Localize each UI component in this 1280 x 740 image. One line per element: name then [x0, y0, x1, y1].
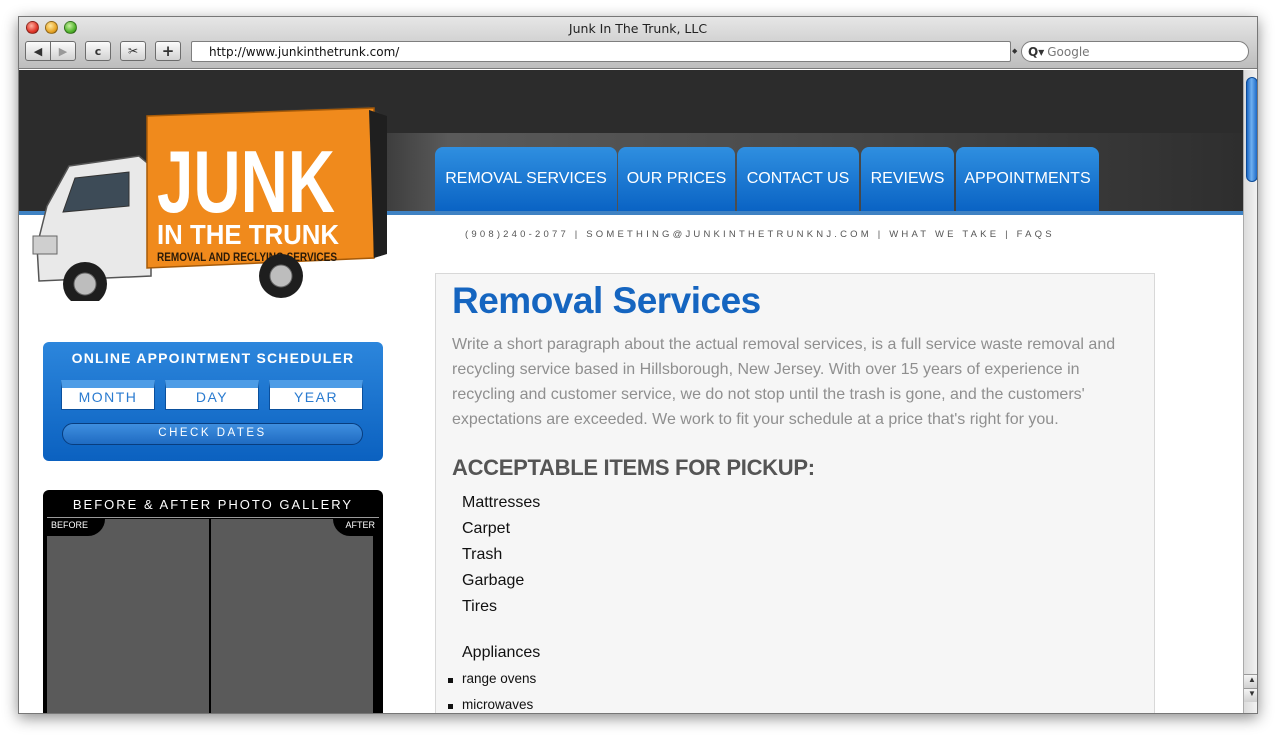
page-title: Removal Services	[452, 280, 761, 321]
nav-contact-us[interactable]: CONTACT US	[737, 147, 859, 211]
forward-arrow-icon: ▶	[58, 44, 68, 58]
reload-button[interactable]: c	[85, 41, 111, 61]
scroll-up-arrow-icon[interactable]: ▲	[1244, 674, 1257, 688]
window-title: Junk In The Trunk, LLC	[568, 21, 708, 36]
bullet-icon	[448, 678, 453, 683]
list-item: range ovens	[462, 671, 537, 686]
photo-gallery: BEFORE & AFTER PHOTO GALLERY BEFORE AFTE…	[43, 490, 383, 713]
back-button[interactable]: ◀	[25, 41, 51, 61]
before-label: BEFORE	[47, 519, 105, 536]
list-item: Mattresses	[462, 494, 541, 511]
nav-removal-services[interactable]: REMOVAL SERVICES	[435, 147, 617, 211]
check-dates-button[interactable]: CHECK DATES	[62, 423, 363, 445]
list-item: microwaves	[462, 697, 534, 712]
nav-appointments[interactable]: APPOINTMENTS	[956, 147, 1099, 211]
url-field[interactable]: http://www.junkinthetrunk.com/	[191, 41, 1011, 62]
page-viewport: REMOVAL SERVICES OUR PRICES CONTACT US R…	[19, 70, 1243, 713]
search-field[interactable]: Q▾ Google	[1021, 41, 1249, 62]
after-photo[interactable]	[211, 519, 373, 713]
list-item: Trash	[462, 546, 503, 563]
forward-button[interactable]: ▶	[50, 41, 76, 61]
search-placeholder: Google	[1047, 45, 1090, 59]
gallery-divider	[47, 517, 379, 518]
scrollbar-thumb[interactable]	[1246, 77, 1257, 182]
main-content: Removal Services Write a short paragraph…	[435, 273, 1155, 713]
gallery-title: BEFORE & AFTER PHOTO GALLERY	[72, 497, 354, 512]
intro-paragraph: Write a short paragraph about the actual…	[452, 336, 1116, 428]
list-item: Tires	[462, 598, 497, 615]
snippet-button[interactable]: ✂	[120, 41, 146, 61]
items-heading: ACCEPTABLE ITEMS FOR PICKUP:	[452, 455, 815, 480]
junk-in-the-trunk-logo[interactable]: JUNK IN THE TRUNK REMOVAL AND RECLYING S…	[29, 86, 389, 301]
browser-chrome: Junk In The Trunk, LLC ◀ ▶ c ✂ + http://…	[19, 17, 1257, 69]
search-icon[interactable]: Q▾	[1028, 45, 1044, 59]
bullet-icon	[448, 704, 453, 709]
list-item: Garbage	[462, 572, 525, 589]
before-photo[interactable]	[47, 519, 209, 713]
logo-word-junk: JUNK	[157, 132, 335, 231]
reload-icon: c	[94, 44, 102, 58]
logo-tagline: REMOVAL AND RECLYING SERVICES	[157, 252, 337, 264]
day-field[interactable]: DAY	[165, 380, 259, 410]
plus-icon: +	[161, 42, 175, 60]
nav-our-prices[interactable]: OUR PRICES	[618, 147, 735, 211]
browser-window: Junk In The Trunk, LLC ◀ ▶ c ✂ + http://…	[18, 16, 1258, 714]
list-item: Carpet	[462, 520, 511, 537]
url-dropdown-icon[interactable]: ◆	[1012, 47, 1017, 55]
logo-word-in-the-trunk: IN THE TRUNK	[157, 219, 339, 250]
appointment-scheduler: ONLINE APPOINTMENT SCHEDULER MONTH DAY Y…	[43, 342, 383, 461]
add-bookmark-button[interactable]: +	[155, 41, 181, 61]
back-arrow-icon: ◀	[33, 44, 43, 58]
contact-links[interactable]: (908)240-2077 | SOMETHING@JUNKINTHETRUNK…	[465, 229, 1055, 240]
year-field[interactable]: YEAR	[269, 380, 363, 410]
month-field[interactable]: MONTH	[61, 380, 155, 410]
vertical-scrollbar[interactable]: ▲ ▼	[1243, 70, 1257, 713]
nav-reviews[interactable]: REVIEWS	[861, 147, 954, 211]
scissors-icon: ✂	[127, 44, 139, 58]
scheduler-title: ONLINE APPOINTMENT SCHEDULER	[71, 350, 355, 366]
scroll-down-arrow-icon[interactable]: ▼	[1244, 688, 1257, 702]
appliances-label: Appliances	[462, 644, 541, 661]
